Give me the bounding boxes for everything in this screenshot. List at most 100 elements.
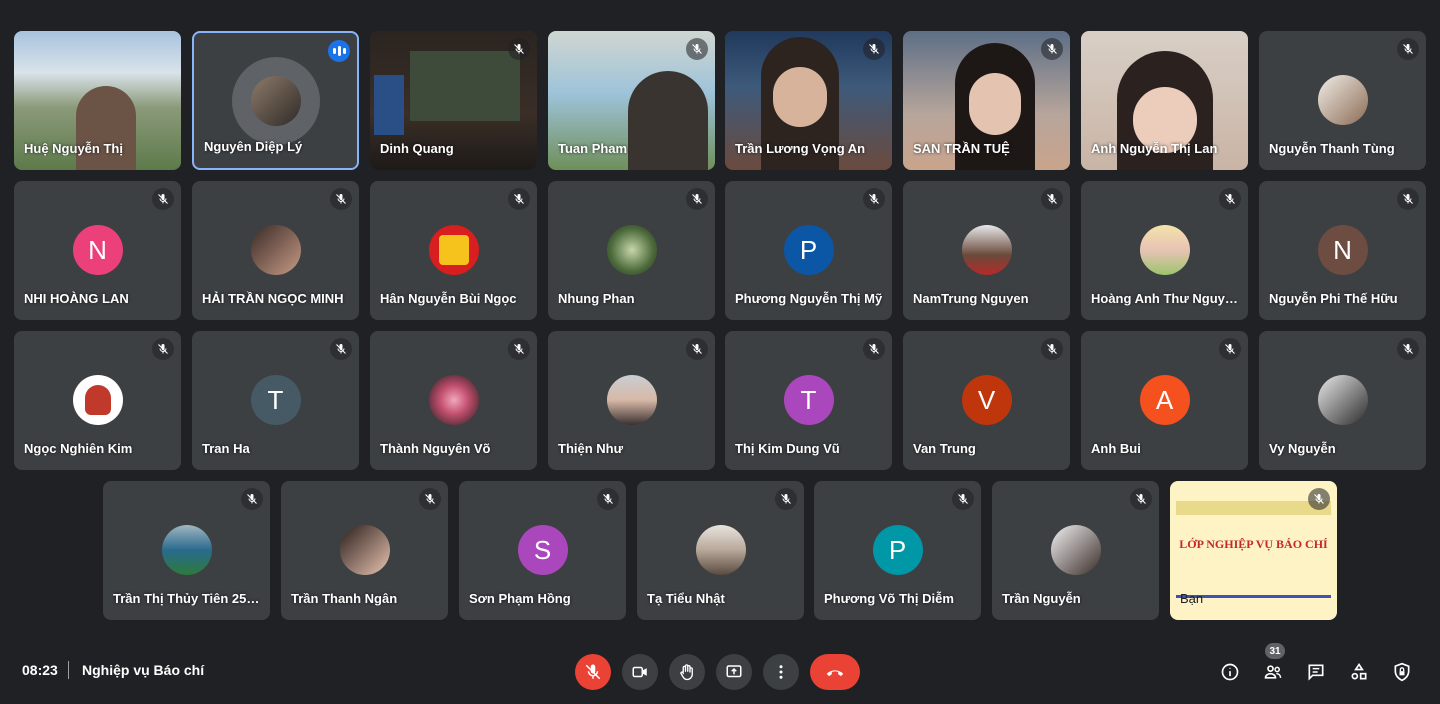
participant-tile[interactable]: Huệ Nguyễn Thị bbox=[14, 31, 181, 170]
participant-name: Trần Lương Vọng An bbox=[735, 141, 866, 156]
mic-toggle-button[interactable] bbox=[575, 654, 611, 690]
participant-name: Vy Nguyễn bbox=[1269, 441, 1336, 456]
participant-tile[interactable]: V Van Trung bbox=[903, 331, 1070, 470]
raise-hand-button[interactable] bbox=[669, 654, 705, 690]
camera-icon bbox=[632, 666, 647, 678]
participant-tile[interactable]: Thiện Như bbox=[548, 331, 715, 470]
banner-title: LỚP NGHIỆP VỤ BÁO CHÍ bbox=[1179, 537, 1328, 551]
present-icon bbox=[726, 665, 742, 678]
participant-tile[interactable]: N Nguyễn Phi Thế Hữu bbox=[1259, 181, 1426, 320]
participant-name: Trần Thanh Ngân bbox=[291, 591, 398, 606]
mic-off-icon bbox=[330, 188, 352, 210]
leave-call-button[interactable] bbox=[810, 654, 860, 690]
participant-name: SAN TRẦN TUỆ bbox=[913, 141, 1010, 156]
participant-tile[interactable]: Tuan Pham bbox=[548, 31, 715, 170]
present-screen-button[interactable] bbox=[716, 654, 752, 690]
participant-tile[interactable]: A Anh Bui bbox=[1081, 331, 1248, 470]
meeting-title: Nghiệp vụ Báo chí bbox=[82, 662, 205, 678]
participant-tile[interactable]: P Phương Nguyễn Thị Mỹ bbox=[725, 181, 892, 320]
hang-up-icon bbox=[826, 670, 844, 677]
mic-off-icon bbox=[508, 338, 530, 360]
people-button[interactable] bbox=[1257, 656, 1289, 688]
avatar bbox=[161, 525, 212, 575]
participant-name: Nguyễn Thanh Tùng bbox=[1269, 141, 1395, 156]
participant-tile[interactable]: Tạ Tiểu Nhật bbox=[637, 481, 804, 620]
mic-off-icon bbox=[1219, 338, 1241, 360]
more-options-button[interactable] bbox=[763, 654, 799, 690]
camera-toggle-button[interactable] bbox=[622, 654, 658, 690]
participant-tile[interactable]: Nhung Phan bbox=[548, 181, 715, 320]
host-controls-button[interactable] bbox=[1386, 656, 1418, 688]
participant-tile[interactable]: N NHI HOÀNG LAN bbox=[14, 181, 181, 320]
participant-tile[interactable]: Nguyên Diệp Lý bbox=[192, 31, 359, 170]
mic-off-icon bbox=[1041, 188, 1063, 210]
participant-name: Hân Nguyễn Bùi Ngọc bbox=[380, 291, 517, 306]
mic-off-icon bbox=[952, 488, 974, 510]
participant-tile[interactable]: Hân Nguyễn Bùi Ngọc bbox=[370, 181, 537, 320]
avatar: A bbox=[1139, 375, 1190, 425]
participant-tile[interactable]: Vy Nguyễn bbox=[1259, 331, 1426, 470]
activities-button[interactable] bbox=[1343, 656, 1375, 688]
participant-name: Bạn bbox=[1180, 591, 1204, 606]
mic-off-icon bbox=[775, 488, 797, 510]
participant-name: NHI HOÀNG LAN bbox=[24, 291, 129, 306]
participant-tile[interactable]: T Thị Kim Dung Vũ bbox=[725, 331, 892, 470]
participant-name: Ngọc Nghiên Kim bbox=[24, 441, 133, 456]
participant-tile[interactable]: Trần Nguyễn bbox=[992, 481, 1159, 620]
participant-tile[interactable]: Dinh Quang bbox=[370, 31, 537, 170]
avatar: T bbox=[783, 375, 834, 425]
banner-header bbox=[1176, 501, 1331, 515]
projection-screen bbox=[410, 51, 520, 121]
participant-name: Thiện Như bbox=[558, 441, 624, 456]
speaking-indicator-icon bbox=[328, 40, 350, 62]
participant-tile[interactable]: HẢI TRẦN NGỌC MINH bbox=[192, 181, 359, 320]
participant-tile[interactable]: Thành Nguyên Võ bbox=[370, 331, 537, 470]
mic-off-icon bbox=[1041, 338, 1063, 360]
mic-off-icon bbox=[1397, 188, 1419, 210]
mic-off-icon bbox=[686, 38, 708, 60]
mic-off-icon bbox=[686, 338, 708, 360]
participant-tile-self[interactable]: LỚP NGHIỆP VỤ BÁO CHÍ Bạn bbox=[1170, 481, 1337, 620]
avatar: V bbox=[961, 375, 1012, 425]
info-icon bbox=[1221, 663, 1239, 681]
avatar bbox=[1050, 525, 1101, 575]
participant-tile[interactable]: Anh Nguyễn Thị Lan bbox=[1081, 31, 1248, 170]
mic-off-icon bbox=[241, 488, 263, 510]
participant-name: Phương Nguyễn Thị Mỹ bbox=[735, 291, 883, 306]
participant-tile[interactable]: Trần Thị Thủy Tiên 255... bbox=[103, 481, 270, 620]
mic-off-icon bbox=[1397, 338, 1419, 360]
participant-name: Nguyễn Phi Thế Hữu bbox=[1269, 291, 1398, 306]
meeting-details-button[interactable] bbox=[1214, 656, 1246, 688]
more-vert-icon bbox=[779, 665, 783, 679]
avatar: P bbox=[783, 225, 834, 275]
mic-off-icon bbox=[863, 38, 885, 60]
shapes-icon bbox=[1351, 662, 1367, 680]
participant-tile[interactable]: NamTrung Nguyen bbox=[903, 181, 1070, 320]
participant-tile[interactable]: Hoàng Anh Thư Nguyễn bbox=[1081, 181, 1248, 320]
avatar: N bbox=[72, 225, 123, 275]
shield-lock-icon bbox=[1394, 662, 1410, 682]
mic-off-icon bbox=[152, 338, 174, 360]
avatar: N bbox=[1317, 225, 1368, 275]
participant-tile[interactable]: T Tran Ha bbox=[192, 331, 359, 470]
mic-off-icon bbox=[597, 488, 619, 510]
chat-button[interactable] bbox=[1300, 656, 1332, 688]
meeting-clock: 08:23 bbox=[22, 662, 58, 678]
mic-off-icon bbox=[508, 38, 530, 60]
participant-name: Tran Ha bbox=[202, 441, 250, 456]
participant-tile[interactable]: Ngọc Nghiên Kim bbox=[14, 331, 181, 470]
participant-tile[interactable]: Trần Lương Vọng An bbox=[725, 31, 892, 170]
participant-tile[interactable]: SAN TRẦN TUỆ bbox=[903, 31, 1070, 170]
participant-name: Huệ Nguyễn Thị bbox=[24, 141, 123, 156]
avatar bbox=[606, 375, 657, 425]
mic-off-icon bbox=[585, 664, 601, 680]
participant-name: Nguyên Diệp Lý bbox=[204, 139, 303, 154]
face bbox=[969, 73, 1021, 135]
participant-tile[interactable]: Trần Thanh Ngân bbox=[281, 481, 448, 620]
participant-tile[interactable]: S Sơn Phạm Hồng bbox=[459, 481, 626, 620]
participant-tile[interactable]: Nguyễn Thanh Tùng bbox=[1259, 31, 1426, 170]
avatar bbox=[1317, 75, 1368, 125]
mic-off-icon bbox=[1130, 488, 1152, 510]
mic-off-icon bbox=[863, 188, 885, 210]
participant-tile[interactable]: P Phương Võ Thị Diễm bbox=[814, 481, 981, 620]
